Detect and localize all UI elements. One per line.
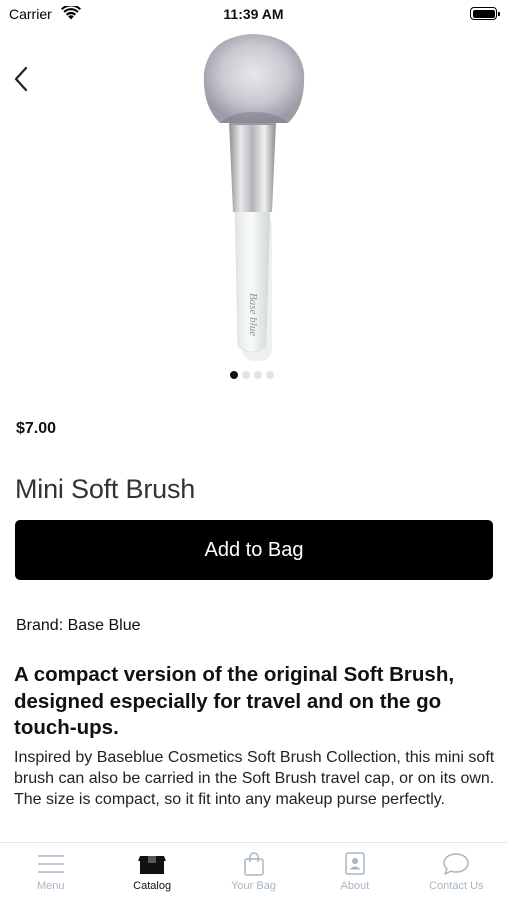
product-image[interactable]: Base blue bbox=[180, 28, 327, 364]
status-bar: Carrier 11:39 AM bbox=[0, 0, 507, 28]
tab-contact-us[interactable]: Contact Us bbox=[406, 843, 507, 900]
tab-your-bag-label: Your Bag bbox=[231, 880, 276, 892]
tab-your-bag[interactable]: Your Bag bbox=[203, 843, 304, 900]
catalog-box-icon bbox=[137, 851, 167, 877]
menu-icon bbox=[36, 851, 66, 877]
battery-icon bbox=[470, 7, 500, 20]
tab-menu[interactable]: Menu bbox=[0, 843, 101, 900]
product-title: Mini Soft Brush bbox=[15, 474, 196, 504]
carousel-dot[interactable] bbox=[266, 371, 274, 379]
clock: 11:39 AM bbox=[223, 6, 284, 22]
chevron-left-icon bbox=[14, 66, 28, 92]
carousel-dot[interactable] bbox=[230, 371, 238, 379]
carousel-dot[interactable] bbox=[242, 371, 250, 379]
tab-catalog-label: Catalog bbox=[133, 880, 172, 892]
brush-handle-text: Base blue bbox=[247, 293, 259, 336]
carousel-dots[interactable] bbox=[230, 371, 274, 379]
brand-line: Brand: Base Blue bbox=[16, 617, 141, 634]
carousel-dot[interactable] bbox=[254, 371, 262, 379]
product-description: Inspired by Baseblue Cosmetics Soft Brus… bbox=[14, 749, 495, 808]
back-button[interactable] bbox=[8, 62, 34, 96]
add-to-bag-button[interactable]: Add to Bag bbox=[15, 520, 493, 580]
contact-card-icon bbox=[340, 851, 370, 877]
tab-about[interactable]: About bbox=[304, 843, 405, 900]
chat-bubble-icon bbox=[441, 851, 471, 877]
product-price: $7.00 bbox=[16, 420, 57, 437]
tab-catalog[interactable]: Catalog bbox=[101, 843, 202, 900]
product-headline: A compact version of the original Soft B… bbox=[14, 663, 455, 739]
tab-about-label: About bbox=[340, 880, 370, 892]
shopping-bag-icon bbox=[239, 851, 269, 877]
tab-menu-label: Menu bbox=[36, 880, 65, 892]
tab-bar: Menu Catalog Your Bag About Contact Us bbox=[0, 842, 507, 900]
tab-contact-us-label: Contact Us bbox=[429, 880, 484, 892]
